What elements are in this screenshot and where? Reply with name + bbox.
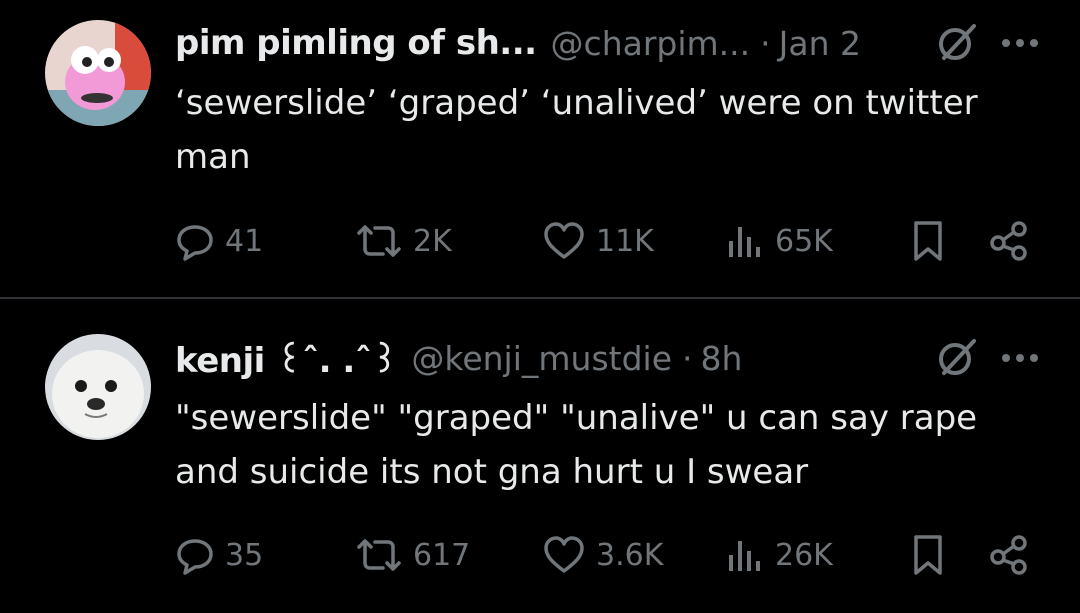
author-handle[interactable]: @kenji_mustdie [411, 339, 672, 378]
author-handle[interactable]: @charpim... [551, 24, 751, 63]
reply-icon [177, 539, 213, 575]
avatar[interactable] [45, 20, 151, 126]
timestamp[interactable]: Jan 2 [779, 24, 861, 63]
repost-icon [357, 225, 401, 257]
grok-icon[interactable] [936, 337, 978, 379]
like-count: 3.6K [596, 537, 664, 573]
like-button[interactable]: 11K [542, 221, 654, 261]
tweet-divider [0, 297, 1080, 299]
avatar[interactable] [45, 334, 151, 440]
action-bar: 41 2K 11K 65K [175, 216, 1035, 266]
like-count: 11K [596, 223, 654, 259]
view-count: 26K [775, 537, 833, 573]
reply-count: 41 [225, 223, 264, 259]
like-button[interactable]: 3.6K [542, 535, 663, 575]
reply-button[interactable]: 41 [175, 221, 263, 261]
views-icon [729, 541, 760, 571]
reply-count: 35 [225, 537, 264, 573]
views-button[interactable]: 26K [725, 535, 833, 575]
author-name[interactable]: pim pimling of sh... [175, 23, 537, 63]
reply-button[interactable]: 35 [175, 535, 263, 575]
tweet-header: pim pimling of sh... @charpim... · Jan 2 [175, 18, 1040, 68]
like-icon [544, 536, 584, 573]
share-icon [990, 535, 1027, 575]
separator: · [760, 23, 771, 63]
author-name[interactable]: kenji ꒰ˆ. .ˆ꒱ [175, 336, 398, 381]
tweet-text: ‘sewerslide’ ‘graped’ ‘unalived’ were on… [175, 83, 978, 177]
tweet[interactable]: pim pimling of sh... @charpim... · Jan 2… [0, 0, 1080, 298]
share-button[interactable] [987, 533, 1031, 577]
repost-count: 2K [413, 223, 452, 259]
bookmark-button[interactable] [910, 533, 946, 577]
repost-button[interactable]: 2K [355, 221, 452, 261]
share-icon [990, 221, 1027, 261]
action-bar: 35 617 3.6K 26K [175, 530, 1035, 580]
repost-button[interactable]: 617 [355, 535, 470, 575]
bookmark-icon [914, 221, 942, 261]
tweet-text: "sewerslide" "graped" "unalive" u can sa… [175, 398, 978, 492]
grok-icon[interactable] [936, 22, 978, 64]
more-icon[interactable] [1000, 37, 1040, 49]
view-count: 65K [775, 223, 833, 259]
repost-icon [357, 539, 401, 571]
views-button[interactable]: 65K [725, 221, 833, 261]
repost-count: 617 [413, 537, 471, 573]
views-icon [729, 227, 760, 257]
like-icon [544, 222, 584, 259]
more-icon[interactable] [1000, 352, 1040, 364]
separator: · [682, 338, 693, 378]
timestamp[interactable]: 8h [701, 339, 743, 378]
share-button[interactable] [987, 219, 1031, 263]
bookmark-button[interactable] [910, 219, 946, 263]
reply-icon [177, 225, 213, 261]
tweet[interactable]: kenji ꒰ˆ. .ˆ꒱ @kenji_mustdie · 8h "sewer… [0, 300, 1080, 613]
bookmark-icon [914, 535, 942, 575]
tweet-header: kenji ꒰ˆ. .ˆ꒱ @kenji_mustdie · 8h [175, 333, 1040, 383]
